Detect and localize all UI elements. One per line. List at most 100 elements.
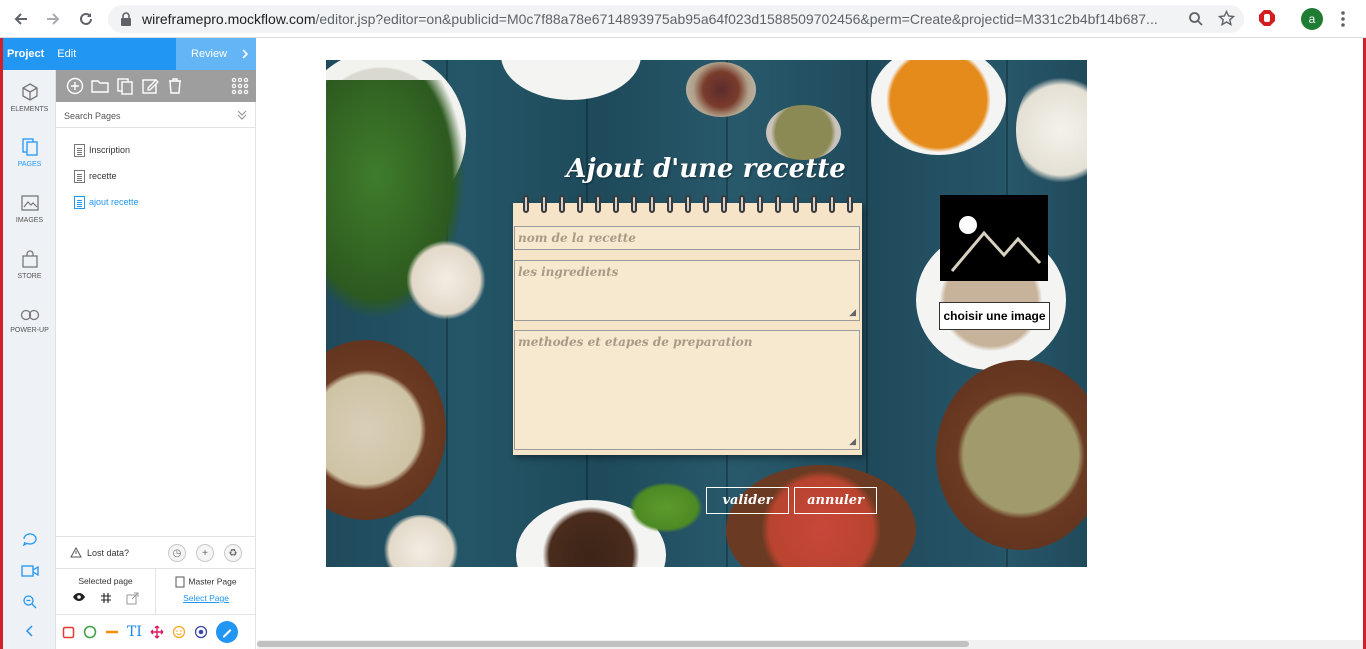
plus-icon[interactable]: + [196,544,214,562]
selected-page-section: Selected page Master Page Select Page [56,568,256,615]
validate-button[interactable]: valider [706,487,789,514]
rail-label: ELEMENTS [10,106,49,113]
methods-textarea[interactable]: methodes et etapes de preparation ◢ [514,330,860,450]
grid-menu-icon[interactable] [230,77,249,96]
url-text: wireframepro.mockflow.com/editor.jsp?edi… [142,11,1158,27]
ingredients-placeholder: les ingredients [518,265,619,279]
adblock-icon[interactable] [1258,9,1276,32]
master-page-label: Master Page [188,576,237,587]
rail-item-store[interactable]: STORE [3,249,56,280]
methods-placeholder: methodes et etapes de preparation [518,335,753,349]
star-icon[interactable] [1217,9,1236,32]
master-page-icon [175,576,185,588]
address-bar[interactable]: wireframepro.mockflow.com/editor.jsp?edi… [108,5,1244,33]
ingredients-textarea[interactable]: les ingredients ◢ [514,260,860,321]
emoji-tool-icon[interactable] [172,625,186,639]
lock-icon [121,12,131,26]
rail-item-pages[interactable]: PAGES [3,137,56,168]
page-doc-icon [74,169,85,183]
decorative-bowl [501,60,641,100]
folder-icon[interactable] [90,77,109,96]
page-title: Ajout d'une recette [566,154,846,184]
search-pages-input[interactable]: Search Pages [56,104,256,128]
project-menu[interactable]: Project [7,48,44,60]
notebook-rings [523,195,853,215]
rail-item-elements[interactable]: ELEMENTS [3,82,56,113]
decorative-bowl-paprika [871,60,1006,155]
decorative-spoon-peppercorn [686,62,756,117]
grid-icon[interactable] [100,592,112,604]
text-tool-icon[interactable]: TI [127,624,142,640]
bag-icon [21,250,38,268]
search-pages-placeholder: Search Pages [64,111,121,121]
circle-tool-icon[interactable] [83,625,97,639]
lost-data-link[interactable]: Lost data? [87,548,129,558]
line-tool-icon[interactable] [105,629,119,635]
double-chevron-down-icon[interactable] [236,109,248,124]
edit-menu[interactable]: Edit [57,48,76,60]
brush-tool-icon[interactable] [215,621,238,643]
decorative-bowl-rosemary [936,360,1087,550]
rail-label: IMAGES [15,217,44,224]
scrollbar-thumb[interactable] [257,641,969,647]
copy-page-icon[interactable] [115,77,134,96]
resize-grip-icon[interactable]: ◢ [849,437,856,447]
chevron-right-icon [242,49,249,59]
rectangle-tool-icon[interactable] [62,626,75,639]
page-item-label: recette [89,171,117,181]
resize-grip-icon[interactable]: ◢ [849,308,856,318]
decorative-garlic [406,240,486,320]
page-item-ajout-recette[interactable]: ajout recette [74,194,139,210]
image-placeholder-icon [950,216,1042,272]
decorative-spoon-herbs [766,105,841,160]
back-arrow-icon[interactable] [10,8,32,30]
browser-toolbar: wireframepro.mockflow.com/editor.jsp?edi… [0,0,1366,38]
move-tool-icon[interactable] [150,625,164,639]
review-button[interactable]: Review [176,38,256,70]
infinity-icon [20,309,39,321]
choose-image-button[interactable]: choisir une image [939,302,1050,330]
zoom-icon[interactable] [1188,11,1204,32]
page-item-label: Inscription [89,145,131,155]
page-item-label: ajout recette [89,197,139,207]
decorative-bowl-peppercorns [326,340,446,520]
rail-item-power-up[interactable]: POWER-UP [3,307,56,334]
zoom-out-icon[interactable] [3,594,56,610]
shapes-toolbar: TI [56,614,256,649]
video-icon[interactable] [3,564,56,578]
recipe-name-field[interactable]: nom de la recette [514,226,860,250]
page-item-inscription[interactable]: Inscription [74,142,130,158]
horizontal-scrollbar[interactable] [257,640,1363,649]
page-doc-icon [74,195,85,209]
collapse-chevron-icon[interactable] [3,624,56,638]
lost-data-bar: Lost data? ◷ + ♻ [56,536,256,568]
delete-page-icon[interactable] [165,77,184,96]
select-page-link[interactable]: Select Page [156,593,256,603]
recipe-name-placeholder: nom de la recette [518,231,636,245]
decorative-garlic [381,515,461,567]
rail-item-images[interactable]: IMAGES [3,193,56,224]
pages-toolbar [56,70,256,102]
recycle-icon[interactable]: ♻ [224,544,242,562]
more-menu-icon[interactable] [1336,9,1350,34]
target-tool-icon[interactable] [194,625,208,639]
top-bar: Project Edit Review [3,38,256,70]
chat-icon[interactable] [3,532,56,548]
edit-page-icon[interactable] [140,77,159,96]
pages-panel: Search Pages Inscription recette ajout r… [56,70,256,649]
export-icon[interactable] [126,592,139,605]
rail-label: STORE [17,273,42,280]
selected-page-label: Selected page [78,576,133,586]
decorative-garlic [1016,70,1087,190]
cube-icon [21,83,38,101]
page-item-recette[interactable]: recette [74,168,117,184]
cancel-button[interactable]: annuler [794,487,877,514]
reload-icon[interactable] [75,8,97,30]
eye-icon[interactable] [72,592,86,602]
image-placeholder[interactable] [940,195,1048,281]
history-icon[interactable]: ◷ [168,544,186,562]
add-page-icon[interactable] [65,77,84,96]
image-icon [20,195,39,211]
avatar[interactable]: a [1301,8,1323,30]
forward-arrow-icon[interactable] [42,8,64,30]
